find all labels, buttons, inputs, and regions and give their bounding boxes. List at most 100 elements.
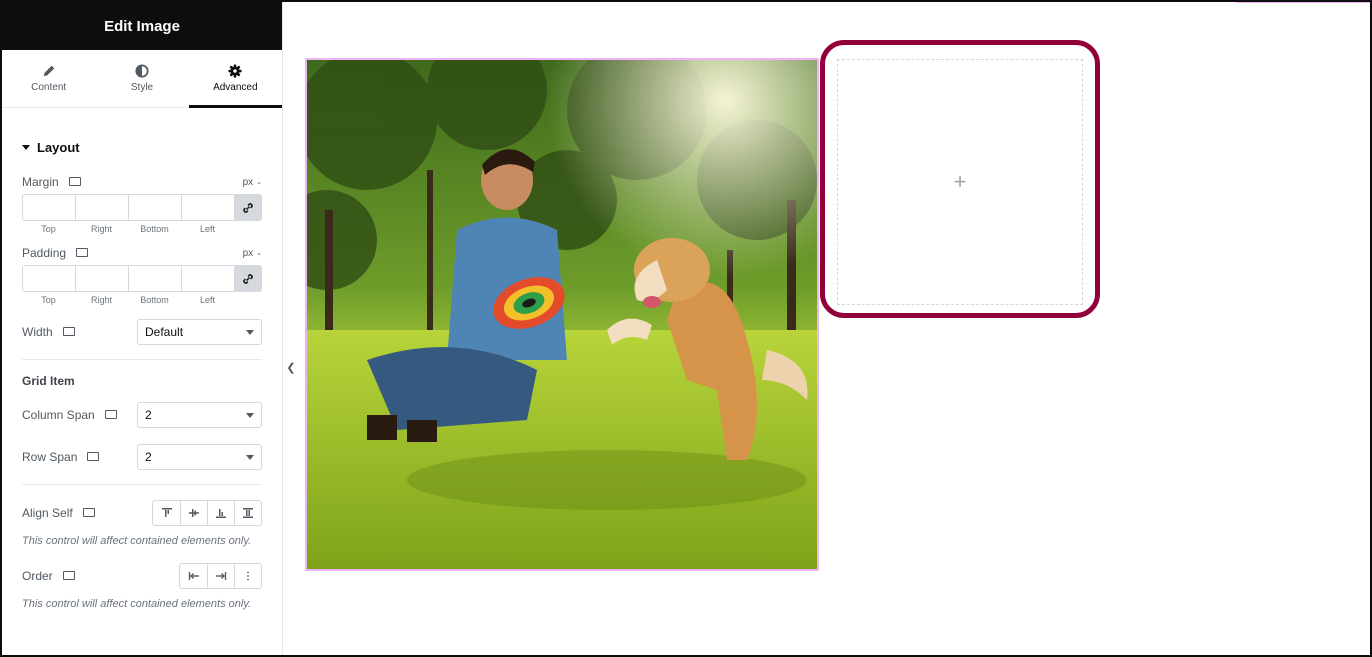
padding-bottom-input[interactable] <box>128 265 181 292</box>
width-label: Width <box>22 325 53 339</box>
margin-control: Margin px ⌄ <box>2 175 282 189</box>
desktop-icon[interactable] <box>82 508 95 518</box>
park-photo <box>307 60 817 569</box>
tab-label: Advanced <box>213 82 258 93</box>
margin-unit-select[interactable]: px ⌄ <box>243 177 262 188</box>
order-buttons <box>179 563 262 589</box>
plus-icon: + <box>953 169 967 194</box>
unit-label: px <box>242 247 254 259</box>
chevron-down-icon: ⌄ <box>256 179 262 186</box>
order-first-button[interactable] <box>180 564 207 588</box>
tab-style[interactable]: Style <box>95 50 188 107</box>
order-note: This control will affect contained eleme… <box>22 598 252 610</box>
panel-title: Edit Image <box>2 2 282 50</box>
margin-right-input[interactable] <box>75 194 128 221</box>
dropdown-arrow-icon <box>246 412 254 418</box>
align-stretch-icon <box>243 508 253 518</box>
link-icon <box>243 202 253 213</box>
layout-section-toggle[interactable]: Layout <box>2 140 282 155</box>
desktop-icon[interactable] <box>62 571 75 581</box>
padding-right-input[interactable] <box>75 265 128 292</box>
padding-inputs <box>22 265 262 292</box>
link-values-button[interactable] <box>234 265 262 292</box>
width-control: Width Default <box>2 319 282 345</box>
more-vertical-icon <box>247 571 249 581</box>
align-end-button[interactable] <box>207 501 234 525</box>
add-element-placeholder[interactable]: + <box>837 59 1083 305</box>
panel-tabs: Content Style Advanced <box>2 50 283 108</box>
unit-label: px <box>242 176 254 188</box>
gear-icon <box>228 64 242 78</box>
padding-top-input[interactable] <box>22 265 75 292</box>
select-value: 2 <box>145 450 152 464</box>
column-span-select[interactable]: 2 <box>137 402 262 428</box>
label-left: Left <box>199 224 215 234</box>
label-top: Top <box>41 295 56 305</box>
label-bottom: Bottom <box>140 224 169 234</box>
order-first-icon <box>188 572 199 580</box>
image-widget[interactable] <box>305 58 819 571</box>
half-circle-icon <box>135 64 149 78</box>
order-custom-button[interactable] <box>234 564 261 588</box>
row-span-control: Row Span 2 <box>2 444 282 470</box>
dropdown-arrow-icon <box>246 329 254 335</box>
padding-left-input[interactable] <box>181 265 234 292</box>
margin-label: Margin <box>22 175 59 189</box>
row-span-select[interactable]: 2 <box>137 444 262 470</box>
highlighted-grid-cell: + <box>820 40 1100 318</box>
label-bottom: Bottom <box>140 295 169 305</box>
tab-label: Content <box>31 82 67 93</box>
padding-control: Padding px ⌄ <box>2 246 282 260</box>
collapse-panel-button[interactable]: ❮ <box>283 344 299 390</box>
pencil-icon <box>43 65 54 77</box>
margin-bottom-input[interactable] <box>128 194 181 221</box>
padding-unit-select[interactable]: px ⌄ <box>243 248 262 259</box>
section-title: Layout <box>37 140 80 155</box>
row-span-label: Row Span <box>22 450 78 464</box>
desktop-icon[interactable] <box>104 410 117 420</box>
tab-label: Style <box>130 82 154 93</box>
width-select[interactable]: Default <box>137 319 262 345</box>
label-right: Right <box>90 295 112 305</box>
align-end-icon <box>216 509 226 518</box>
align-self-control: Align Self <box>2 500 282 526</box>
desktop-icon[interactable] <box>76 248 89 258</box>
align-self-buttons <box>152 500 262 526</box>
margin-inputs <box>22 194 262 221</box>
edit-panel: Edit Image Content Style Advanced Layout… <box>2 2 283 655</box>
select-value: 2 <box>145 408 152 422</box>
chevron-down-icon: ⌄ <box>256 250 262 257</box>
link-values-button[interactable] <box>234 194 262 221</box>
caret-down-icon <box>22 145 30 150</box>
divider <box>22 359 262 360</box>
column-span-label: Column Span <box>22 408 95 422</box>
divider <box>22 484 262 485</box>
order-last-icon <box>216 572 227 580</box>
desktop-icon[interactable] <box>87 452 100 462</box>
padding-label: Padding <box>22 246 67 260</box>
align-center-icon <box>189 509 199 517</box>
margin-left-input[interactable] <box>181 194 234 221</box>
desktop-icon[interactable] <box>68 177 81 187</box>
order-last-button[interactable] <box>207 564 234 588</box>
label-left: Left <box>199 295 215 305</box>
align-stretch-button[interactable] <box>234 501 261 525</box>
select-value: Default <box>145 325 184 339</box>
tab-advanced[interactable]: Advanced <box>188 50 283 108</box>
align-start-icon <box>161 508 172 517</box>
chevron-left-icon: ❮ <box>286 361 296 374</box>
align-self-label: Align Self <box>22 506 73 520</box>
dropdown-arrow-icon <box>246 454 254 460</box>
tab-content[interactable]: Content <box>2 50 95 107</box>
margin-top-input[interactable] <box>22 194 75 221</box>
label-top: Top <box>41 224 56 234</box>
container-outline <box>1236 2 1370 3</box>
align-self-note: This control will affect contained eleme… <box>22 535 252 547</box>
editor-window: Edit Image Content Style Advanced Layout… <box>2 2 1370 655</box>
order-control: Order <box>2 563 282 589</box>
link-icon <box>243 273 253 284</box>
align-center-button[interactable] <box>180 501 207 525</box>
desktop-icon[interactable] <box>62 327 75 337</box>
align-start-button[interactable] <box>153 501 180 525</box>
column-span-control: Column Span 2 <box>2 402 282 428</box>
